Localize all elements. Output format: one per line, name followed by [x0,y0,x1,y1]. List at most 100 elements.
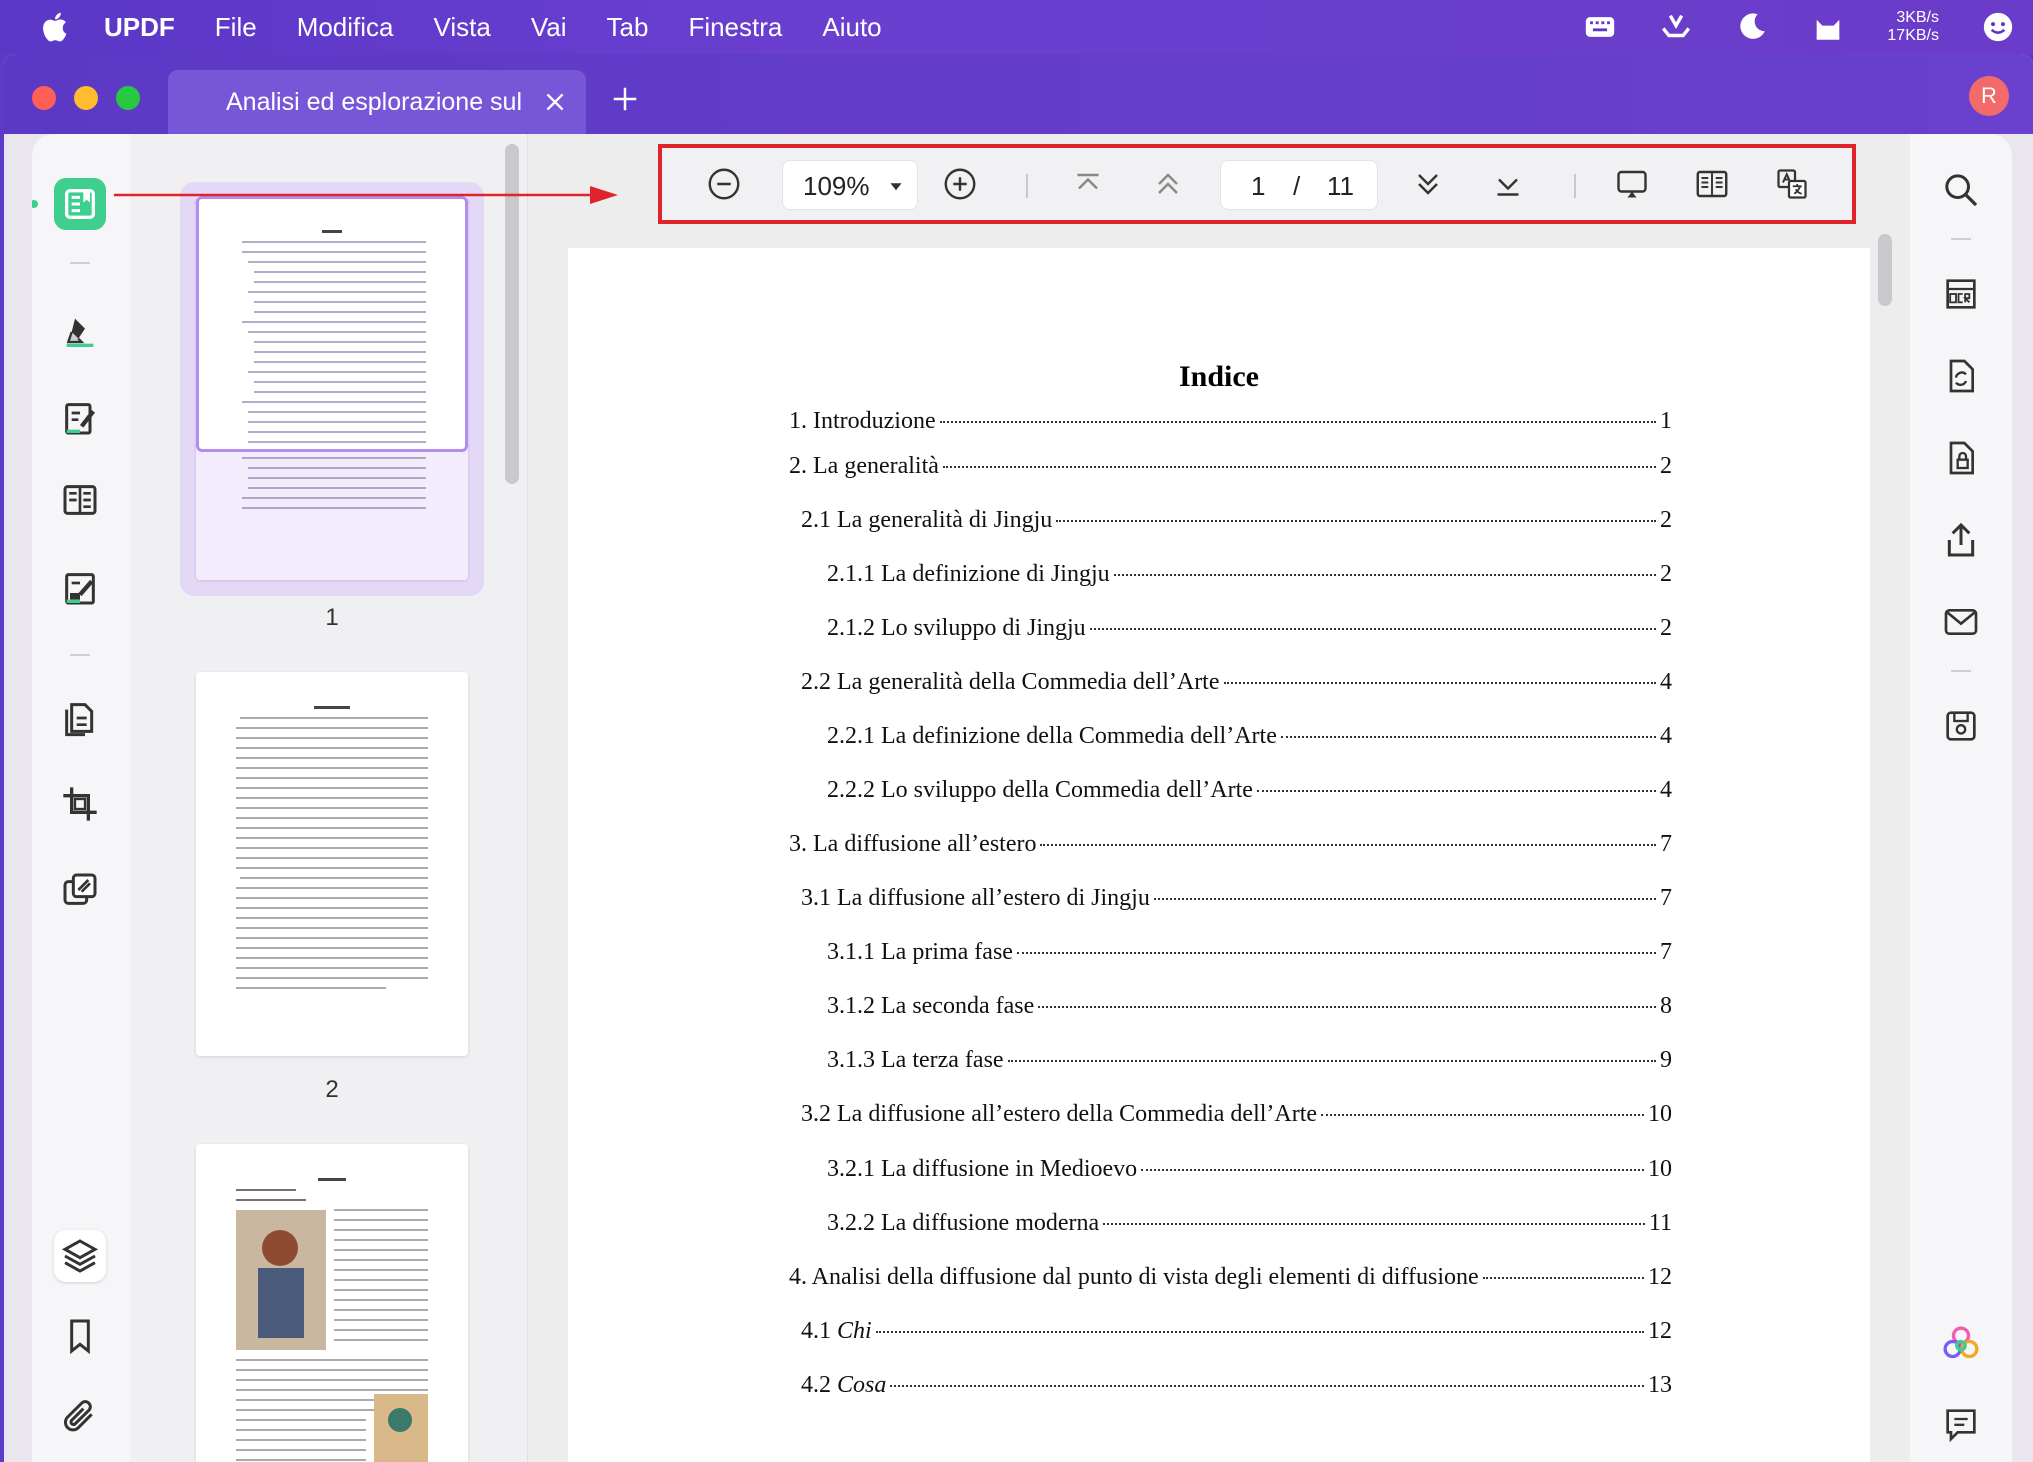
last-page-icon[interactable] [1490,166,1526,202]
search-icon[interactable] [1941,170,1981,210]
toc-entry[interactable]: 3.2.2 La diffusione moderna 11 [827,1210,1672,1237]
menu-tab[interactable]: Tab [607,12,649,43]
zoom-window-button[interactable] [116,86,140,110]
toc-leader-dots [1113,574,1656,576]
menu-file[interactable]: File [215,12,257,43]
tab-title: Analisi ed esplorazione sul [226,87,523,116]
menu-aiuto[interactable]: Aiuto [822,12,881,43]
bookmark-button[interactable] [54,1310,106,1362]
toc-entry[interactable]: 2.2 La generalità della Commedia dell’Ar… [801,669,1672,696]
toc-entry[interactable]: 3.1.3 La terza fase 9 [827,1047,1672,1074]
toc-entry[interactable]: 2.1.1 La definizione di Jingju 2 [827,561,1672,588]
menu-modifica[interactable]: Modifica [297,12,394,43]
toc-leader-dots [1482,1277,1644,1279]
rail-divider [1951,670,1971,672]
reader-mode-button[interactable] [54,178,106,230]
first-page-icon[interactable] [1070,166,1106,202]
toc-entry[interactable]: 2.2.1 La definizione della Commedia dell… [827,723,1672,750]
thumbnail-page-3-preview [236,1178,428,1462]
toc-entry[interactable]: 2. La generalità 2 [789,453,1672,480]
page-layout-button[interactable] [54,474,106,526]
previous-page-icon[interactable] [1150,166,1186,202]
cat-icon[interactable] [1811,10,1845,44]
document-scrollbar[interactable] [1878,234,1892,306]
menu-finestra[interactable]: Finestra [688,12,782,43]
toc-entry-label: 3.2 La diffusione all’estero della Comme… [801,1101,1318,1127]
toc-entry[interactable]: 4.2 Cosa 13 [801,1372,1672,1399]
edit-pdf-button[interactable] [54,392,106,444]
menu-bar: UPDF File Modifica Vista Vai Tab Finestr… [0,0,2033,54]
moon-icon[interactable] [1735,10,1769,44]
toc-entry-page: 1 [1660,408,1672,434]
rail-divider [1951,238,1971,240]
email-icon[interactable] [1941,602,1981,642]
reader-icon [65,189,95,219]
save-icon[interactable] [1941,706,1981,746]
comment-tool-button[interactable] [54,306,106,358]
next-page-icon[interactable] [1410,166,1446,202]
protect-icon[interactable] [1941,438,1981,478]
menu-app-name[interactable]: UPDF [104,12,175,43]
active-indicator [32,200,38,208]
zoom-in-icon[interactable] [942,166,978,202]
zoom-out-icon[interactable] [706,166,742,202]
toc-entry[interactable]: 3.1 La diffusione all’estero di Jingju 7 [801,885,1672,912]
two-page-view-icon[interactable] [1694,166,1730,202]
watermark-tool-button[interactable] [54,864,106,916]
toc-entry-page: 10 [1648,1101,1672,1127]
toc-entry[interactable]: 3.2.1 La diffusione in Medioevo 10 [827,1156,1672,1183]
close-tab-icon[interactable] [542,89,568,115]
layers-button[interactable] [54,1230,106,1282]
zoom-select[interactable]: 109% [782,160,918,210]
toc-entry[interactable]: 3.1.2 La seconda fase 8 [827,993,1672,1020]
smiley-icon[interactable] [1981,10,2015,44]
thumbnail-page-1[interactable] [196,196,468,580]
toc-entry[interactable]: 2.1.2 Lo sviluppo di Jingju 2 [827,615,1672,642]
toc-leader-dots [1153,898,1656,900]
toc-entry-page: 4 [1660,777,1672,803]
toc-entry-page: 4 [1660,723,1672,749]
tray-download-icon[interactable] [1659,10,1693,44]
toc-entry-label: 2.1.2 Lo sviluppo di Jingju [827,615,1086,641]
avatar[interactable]: R [1969,76,2009,116]
close-window-button[interactable] [32,86,56,110]
page-current[interactable]: 1 [1251,171,1265,202]
form-tool-button[interactable] [54,562,106,614]
highlighter-icon [66,318,94,347]
toc-entry[interactable]: 3.2 La diffusione all’estero della Comme… [801,1101,1672,1128]
apple-logo-icon[interactable] [38,9,74,45]
share-icon[interactable] [1941,520,1981,560]
toc-entry-label: 3.1.3 La terza fase [827,1047,1004,1073]
slideshow-icon[interactable] [1614,166,1650,202]
toc-entry[interactable]: 1. Introduzione 1 [789,408,1672,435]
organize-pages-button[interactable] [54,692,106,744]
toc-entry[interactable]: 4. Analisi della diffusione dal punto di… [789,1264,1672,1291]
menu-vista[interactable]: Vista [434,12,491,43]
toc-entry[interactable]: 3.1.1 La prima fase 7 [827,939,1672,966]
convert-icon[interactable] [1941,356,1981,396]
page-number-field[interactable]: 1 / 11 [1220,160,1378,210]
bookmark-icon [70,1319,90,1355]
menu-vai[interactable]: Vai [531,12,567,43]
thumbnail-page-3[interactable] [196,1144,468,1462]
crop-tool-button[interactable] [54,778,106,830]
toc-entry[interactable]: 2.1 La generalità di Jingju 2 [801,507,1672,534]
comments-panel-icon[interactable] [1941,1404,1981,1444]
attachment-button[interactable] [54,1390,106,1442]
toc-entry[interactable]: 3. La diffusione all’estero 7 [789,831,1672,858]
toc-leader-dots [1007,1060,1656,1062]
thumbnail-page-2[interactable] [196,672,468,1056]
toc-entry[interactable]: 4.1 Chi 12 [801,1318,1672,1345]
thumbnail-number-1: 1 [325,604,339,631]
keyboard-status-icon[interactable] [1583,10,1617,44]
minimize-window-button[interactable] [74,86,98,110]
toc-entry[interactable]: 2.2.2 Lo sviluppo della Commedia dell’Ar… [827,777,1672,804]
left-tool-rail [32,134,130,1462]
document-tab[interactable]: Analisi ed esplorazione sul [168,70,586,134]
ocr-icon[interactable] [1941,274,1981,314]
ai-assistant-icon[interactable] [1941,1324,1981,1364]
pdf-page[interactable]: Indice 1. Introduzione 1 2. La generalità 2… [568,248,1870,1462]
app-window: Analisi ed esplorazione sul R 1 2 109% 1… [4,54,2033,1462]
translate-icon[interactable] [1774,166,1810,202]
new-tab-icon[interactable] [610,84,640,114]
